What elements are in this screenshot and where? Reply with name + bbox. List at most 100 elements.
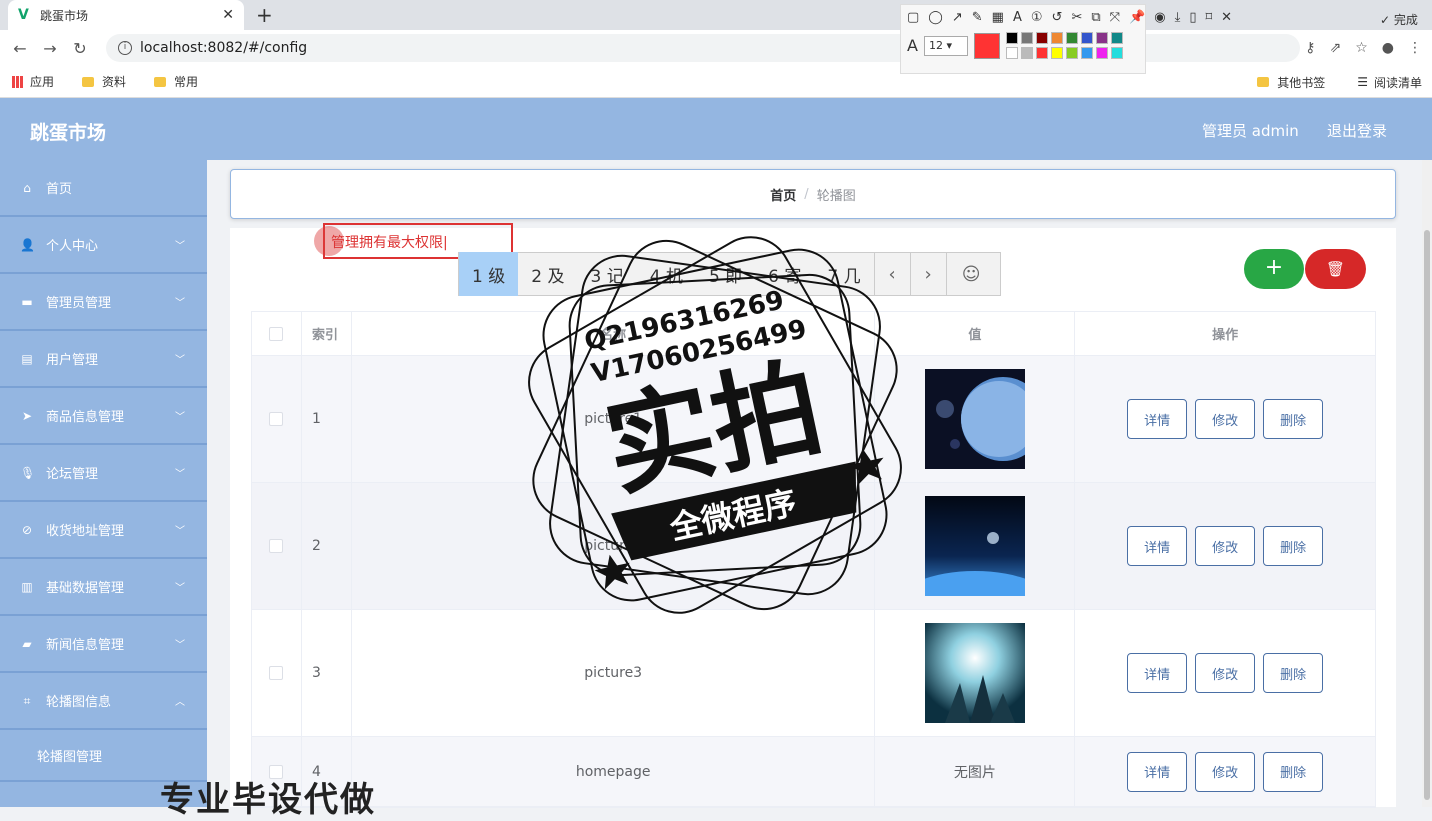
record-icon[interactable]: ◉	[1154, 10, 1165, 25]
col-index: 索引	[302, 312, 352, 355]
key-icon[interactable]: ⚷	[1305, 40, 1315, 56]
color-swatch[interactable]	[1065, 47, 1078, 59]
undo-icon[interactable]: ↺	[1052, 10, 1063, 25]
detail-button[interactable]: 详情	[1127, 751, 1188, 792]
number-icon[interactable]: ①	[1031, 10, 1043, 25]
new-tab-icon[interactable]: +	[256, 3, 273, 27]
breadcrumb: 首页 / 轮播图	[230, 169, 1396, 219]
delete-button[interactable]: 删除	[1263, 653, 1324, 693]
ime-candidate[interactable]: 1 级	[459, 252, 519, 296]
sidebar-item-users[interactable]: ▤ 用户管理 ﹀	[0, 331, 207, 388]
circle-icon[interactable]: ◯	[928, 10, 943, 25]
close-tab-icon[interactable]: ✕	[222, 7, 234, 23]
ime-candidate[interactable]: 4 机	[637, 252, 696, 296]
color-swatch[interactable]	[1095, 47, 1108, 59]
profile-icon[interactable]: ●	[1382, 40, 1394, 56]
sidebar-item-products[interactable]: ➤ 商品信息管理 ﹀	[0, 388, 207, 445]
font-size-select[interactable]: 12 ▾	[923, 35, 968, 56]
row-checkbox[interactable]	[269, 666, 284, 680]
delete-button[interactable]: 删除	[1263, 399, 1324, 439]
active-color-swatch[interactable]	[973, 32, 1000, 59]
logout-button[interactable]: 退出登录	[1327, 120, 1387, 141]
menu-dots-icon[interactable]: ⋮	[1408, 40, 1422, 56]
detail-button[interactable]: 详情	[1127, 399, 1188, 439]
row-checkbox[interactable]	[269, 412, 284, 426]
expand-icon[interactable]: ⤧	[1110, 10, 1120, 25]
select-all-checkbox[interactable]	[269, 326, 284, 341]
sidebar-item-news[interactable]: ▰ 新闻信息管理 ﹀	[0, 616, 207, 673]
ime-candidate[interactable]: 5 即	[696, 252, 755, 296]
color-swatch[interactable]	[1050, 32, 1063, 44]
sidebar-item-home[interactable]: ⌂ 首页	[0, 160, 207, 217]
add-button[interactable]: +	[1244, 249, 1304, 289]
share-icon[interactable]: ⇗	[1329, 40, 1341, 56]
ime-prev-icon[interactable]: ‹	[873, 252, 910, 296]
color-swatch[interactable]	[1080, 47, 1093, 59]
color-swatch[interactable]	[1020, 47, 1033, 59]
edit-button[interactable]: 修改	[1195, 526, 1256, 566]
edit-button[interactable]: 修改	[1195, 751, 1256, 792]
bookmark-icon[interactable]: ⌑	[1205, 10, 1212, 25]
ime-candidate[interactable]: 3 记	[577, 252, 636, 296]
download-icon[interactable]: ⤓	[1175, 10, 1181, 25]
color-swatch[interactable]	[1035, 47, 1048, 59]
sidebar-item-address[interactable]: ⊘ 收货地址管理 ﹀	[0, 502, 207, 559]
color-swatch[interactable]	[1005, 32, 1018, 44]
forward-icon[interactable]: →	[40, 39, 60, 58]
cancel-icon[interactable]: ✕	[1221, 10, 1232, 25]
color-swatch[interactable]	[1050, 47, 1063, 59]
detail-button[interactable]: 详情	[1127, 526, 1188, 566]
scrollbar-thumb[interactable]	[1424, 230, 1430, 800]
star-icon[interactable]: ☆	[1355, 40, 1368, 56]
reload-icon[interactable]: ↻	[70, 39, 90, 58]
other-bookmarks[interactable]: 其他书签	[1257, 74, 1325, 91]
color-swatch[interactable]	[1095, 32, 1108, 44]
pin-icon[interactable]: 📌	[1129, 10, 1145, 25]
breadcrumb-separator: /	[804, 186, 809, 202]
delete-button[interactable]: 删除	[1263, 526, 1324, 566]
sidebar-item-forum[interactable]: 🎙 论坛管理 ﹀	[0, 445, 207, 502]
arrow-icon[interactable]: ↗	[952, 10, 963, 25]
ime-candidate[interactable]: 2 及	[518, 252, 577, 296]
browser-tab[interactable]: V 跳蛋市场 ✕	[8, 0, 244, 30]
ime-candidate[interactable]: 7 几	[814, 252, 873, 296]
ime-emoji-icon[interactable]: ☺	[945, 252, 996, 296]
copy-icon[interactable]: ⧉	[1091, 10, 1100, 25]
phone-icon[interactable]: ▯	[1189, 10, 1196, 25]
text-tool-icon[interactable]: A	[1013, 10, 1022, 25]
sidebar-item-profile[interactable]: 👤 个人中心 ﹀	[0, 217, 207, 274]
color-swatch[interactable]	[1035, 32, 1048, 44]
back-icon[interactable]: ←	[10, 39, 30, 58]
sidebar-item-basedata[interactable]: ▥ 基础数据管理 ﹀	[0, 559, 207, 616]
detail-button[interactable]: 详情	[1127, 653, 1188, 693]
bulk-delete-button[interactable]: 🗑	[1305, 249, 1366, 289]
rectangle-icon[interactable]: ▢	[907, 10, 919, 25]
row-index: 2	[302, 483, 352, 609]
pen-icon[interactable]: ✎	[972, 10, 983, 25]
reading-list[interactable]: ☰ 阅读清单	[1357, 74, 1422, 91]
color-swatch[interactable]	[1110, 32, 1123, 44]
breadcrumb-home[interactable]: 首页	[770, 185, 796, 204]
ime-candidate[interactable]: 6 寄	[755, 252, 814, 296]
edit-button[interactable]: 修改	[1195, 399, 1256, 439]
bookmark-folder[interactable]: 常用	[154, 73, 198, 90]
color-swatch[interactable]	[1080, 32, 1093, 44]
ime-next-icon[interactable]: ›	[909, 252, 946, 296]
delete-button[interactable]: 删除	[1263, 751, 1324, 792]
row-checkbox[interactable]	[269, 539, 284, 553]
crop-tool-icon[interactable]: ✂	[1071, 10, 1082, 25]
sidebar-item-admins[interactable]: ▬ 管理员管理 ﹀	[0, 274, 207, 331]
mosaic-icon[interactable]: ▦	[992, 10, 1004, 25]
color-swatch[interactable]	[1020, 32, 1033, 44]
done-button[interactable]: ✓ 完成	[1380, 11, 1418, 28]
edit-button[interactable]: 修改	[1195, 653, 1256, 693]
bookmark-apps[interactable]: 应用	[12, 73, 54, 90]
color-swatch[interactable]	[1110, 47, 1123, 59]
color-swatch[interactable]	[1065, 32, 1078, 44]
info-icon[interactable]: i	[118, 41, 132, 55]
trash-icon: 🗑	[1325, 260, 1346, 278]
sidebar-item-carousel[interactable]: ⌗ 轮播图信息 ︿	[0, 673, 207, 730]
color-swatch[interactable]	[1005, 47, 1018, 59]
bookmark-folder[interactable]: 资料	[82, 73, 126, 90]
row-name: picture1	[352, 356, 876, 482]
